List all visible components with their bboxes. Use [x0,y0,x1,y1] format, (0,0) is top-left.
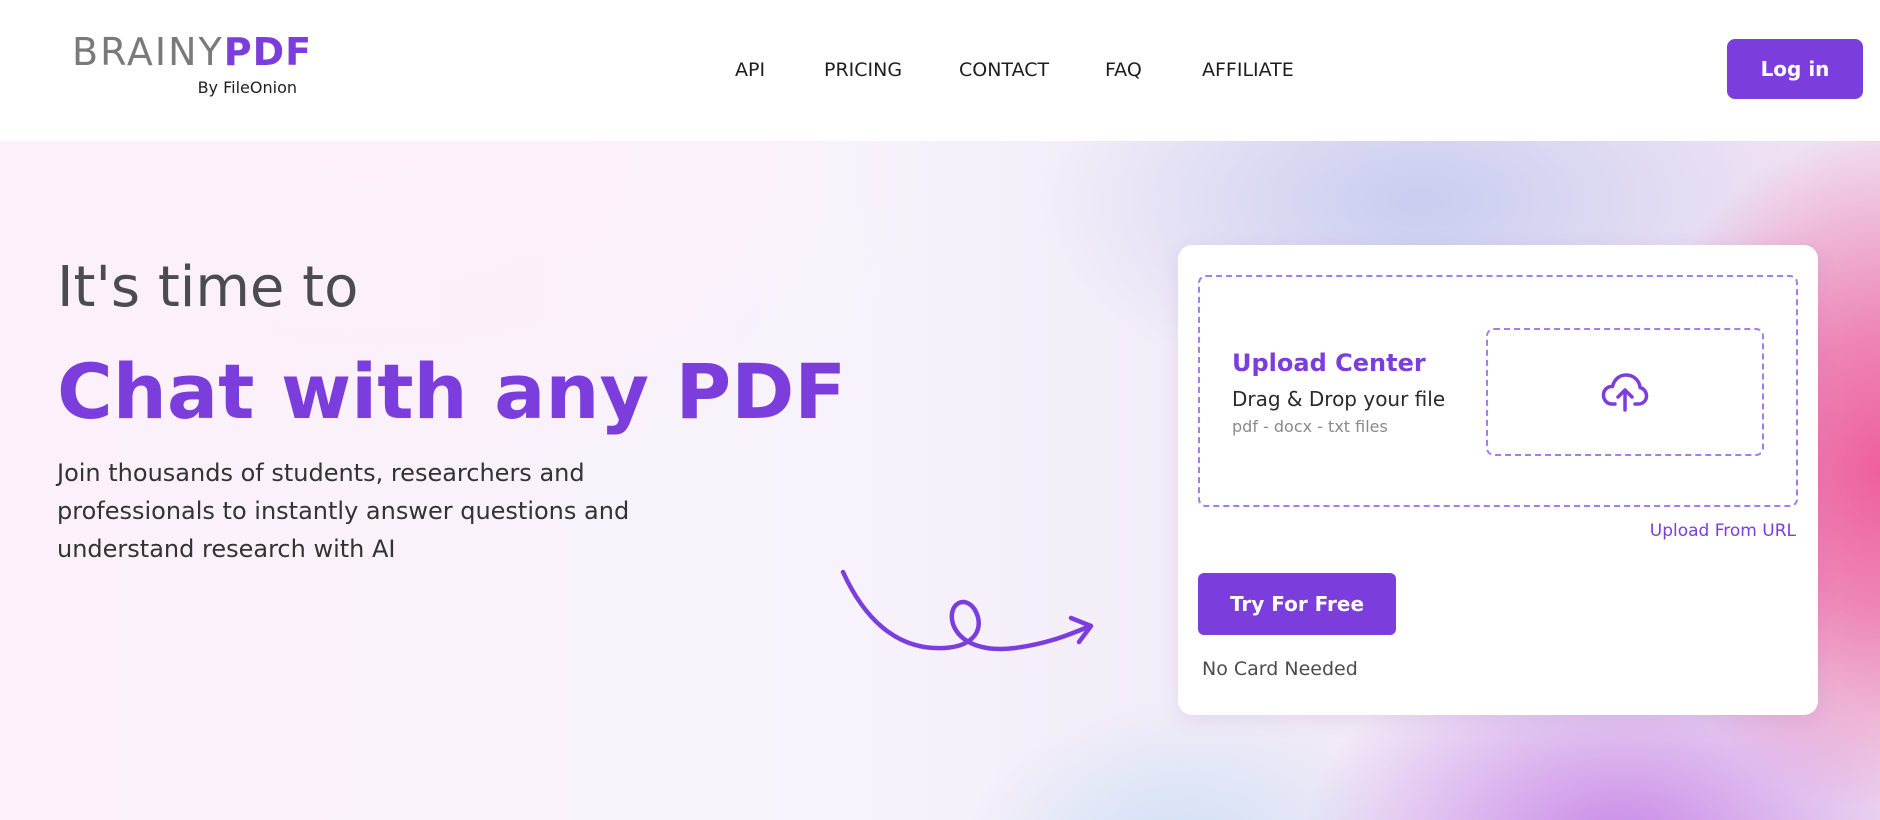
decorative-arrow-icon [840,569,1094,652]
upload-center-title: Upload Center [1232,349,1426,377]
cloud-upload-icon [1601,373,1649,412]
accepted-file-types: pdf - docx - txt files [1232,417,1388,436]
brand-logo[interactable]: BRAINYPDF By FileOnion [72,30,311,100]
logo-wordmark: BRAINYPDF [72,30,312,74]
nav-link-affiliate[interactable]: AFFILIATE [1202,57,1294,83]
upload-card: Upload Center Drag & Drop your file pdf … [1178,245,1818,715]
upload-dropzone[interactable]: Upload Center Drag & Drop your file pdf … [1198,275,1798,507]
logo-brainy-text: BRAINY [72,30,224,74]
file-upload-button[interactable] [1486,328,1764,456]
nav-link-api[interactable]: API [735,57,765,83]
hero-title: Chat with any PDF [57,347,847,436]
nav-link-pricing[interactable]: PRICING [824,57,902,83]
try-for-free-button[interactable]: Try For Free [1198,573,1396,635]
no-card-needed-note: No Card Needed [1202,658,1358,680]
hero-description: Join thousands of students, researchers … [57,459,630,563]
login-button[interactable]: Log in [1727,39,1863,99]
nav-link-faq[interactable]: FAQ [1105,57,1142,83]
hero-eyebrow: It's time to [57,255,359,320]
site-header: BRAINYPDF By FileOnion API PRICING CONTA… [0,0,1880,141]
upload-center-subtitle: Drag & Drop your file [1232,387,1446,411]
upload-from-url-link[interactable]: Upload From URL [1650,521,1796,541]
nav-link-contact[interactable]: CONTACT [959,57,1049,83]
hero-section: It's time to Chat with any PDF Join thou… [0,141,1880,820]
logo-byline: By FileOnion [197,78,297,97]
logo-pdf-text: PDF [223,30,313,74]
